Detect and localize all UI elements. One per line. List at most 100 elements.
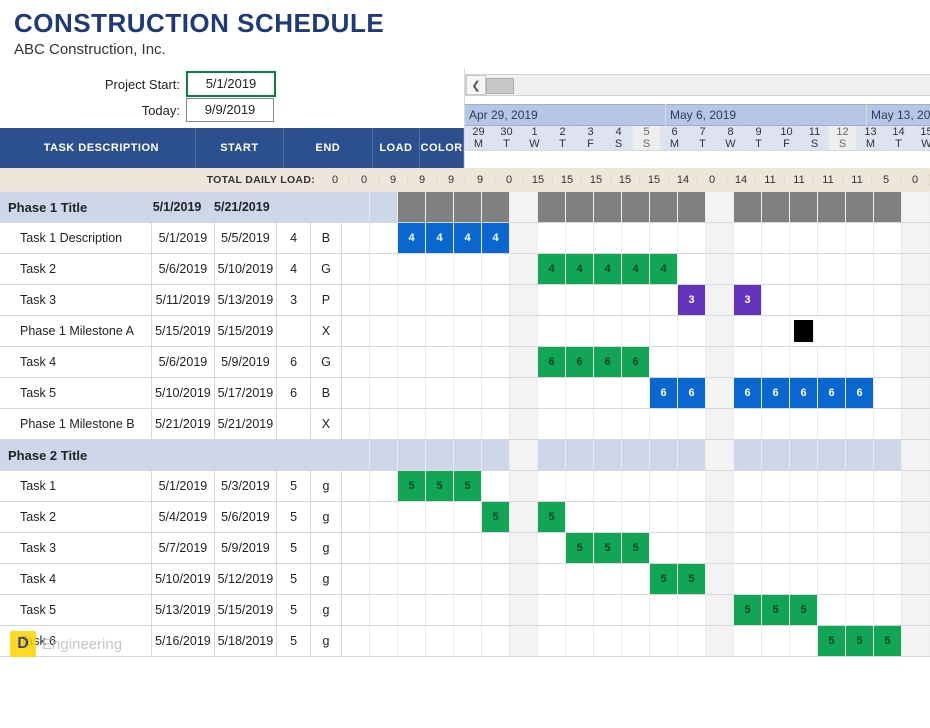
task-row[interactable]: Task 45/6/20195/9/20196G6666: [0, 347, 930, 378]
gantt-cell: 5: [538, 502, 566, 532]
col-color: COLOR: [420, 128, 464, 168]
today-label: Today:: [0, 103, 186, 118]
gantt-cell: [370, 595, 398, 625]
task-row[interactable]: Task 15/1/20195/3/20195g555: [0, 471, 930, 502]
gantt-cell: [454, 192, 482, 222]
gantt-cell: [594, 316, 622, 346]
gantt-cell: [566, 440, 594, 470]
gantt-cell: [594, 595, 622, 625]
gantt-cell: [818, 223, 846, 253]
gantt-cell: [510, 626, 538, 656]
gantt-cell: [734, 254, 762, 284]
gantt-cell: [874, 347, 902, 377]
task-row[interactable]: Task 35/11/20195/13/20193P33: [0, 285, 930, 316]
gantt-cell: [398, 595, 426, 625]
date-scrollbar[interactable]: ❮ ❯: [465, 74, 930, 96]
task-row[interactable]: Phase 1 Milestone A5/15/20195/15/2019X: [0, 316, 930, 347]
task-load: 6: [277, 378, 311, 408]
gantt-cell: [594, 564, 622, 594]
gantt-cell: 4: [426, 223, 454, 253]
daily-load-value: 9: [437, 174, 466, 186]
gantt-cell: [846, 223, 874, 253]
gantt-cell: [762, 471, 790, 501]
task-load: 3: [277, 285, 311, 315]
day-number: 3: [577, 126, 605, 138]
gantt-cell: [482, 471, 510, 501]
gantt-cell: [650, 192, 678, 222]
gantt-cell: [594, 409, 622, 439]
gantt-cell: [902, 347, 930, 377]
task-row[interactable]: Task 55/13/20195/15/20195g555: [0, 595, 930, 626]
gantt-cell: [846, 254, 874, 284]
task-color: G: [311, 347, 342, 377]
gantt-cell: [398, 254, 426, 284]
gantt-cell: [902, 254, 930, 284]
phase-row[interactable]: Phase 2 Title: [0, 440, 930, 471]
gantt-cell: [650, 223, 678, 253]
gantt-cells: 44444: [342, 254, 930, 284]
gantt-cell: [762, 254, 790, 284]
gantt-cell: [510, 440, 538, 470]
task-row[interactable]: Task 25/4/20195/6/20195g55: [0, 502, 930, 533]
scroll-left-button[interactable]: ❮: [466, 75, 486, 95]
gantt-cell: [566, 626, 594, 656]
task-color: P: [311, 285, 342, 315]
scroll-track[interactable]: [486, 78, 930, 92]
today-input[interactable]: 9/9/2019: [186, 98, 274, 122]
gantt-cells: [342, 192, 930, 222]
gantt-cells: [342, 409, 930, 439]
gantt-cell: [846, 440, 874, 470]
phase-row[interactable]: Phase 1 Title5/1/20195/21/2019: [0, 192, 930, 223]
day-of-week: S: [633, 138, 661, 150]
task-load: 6: [277, 347, 311, 377]
task-row[interactable]: Task 55/10/20195/17/20196B6666666: [0, 378, 930, 409]
day-number: 2: [549, 126, 577, 138]
task-row[interactable]: Task 65/16/20195/18/20195g555: [0, 626, 930, 657]
gantt-cell: [678, 409, 706, 439]
company-name: ABC Construction, Inc.: [14, 41, 930, 58]
gantt-cell: [846, 316, 874, 346]
project-start-input[interactable]: 5/1/2019: [186, 71, 276, 97]
gantt-cell: [706, 626, 734, 656]
day-number: 13: [857, 126, 885, 138]
gantt-cell: [846, 502, 874, 532]
gantt-cell: 4: [566, 254, 594, 284]
task-end: 5/10/2019: [215, 254, 277, 284]
gantt-cell: [706, 471, 734, 501]
gantt-cell: [510, 471, 538, 501]
task-row[interactable]: Task 35/7/20195/9/20195g555: [0, 533, 930, 564]
daily-load-value: 0: [698, 174, 727, 186]
gantt-cell: 6: [846, 378, 874, 408]
gantt-cell: [426, 378, 454, 408]
task-start: 5/4/2019: [152, 502, 214, 532]
task-end: 5/6/2019: [215, 502, 277, 532]
task-row[interactable]: Phase 1 Milestone B5/21/20195/21/2019X: [0, 409, 930, 440]
gantt-cell: [482, 440, 510, 470]
gantt-cell: [762, 564, 790, 594]
task-color: g: [311, 471, 342, 501]
daily-load-value: 11: [785, 174, 814, 186]
gantt-cell: [426, 316, 454, 346]
gantt-cell: [538, 595, 566, 625]
task-row[interactable]: Task 1 Description5/1/20195/5/20194B4444: [0, 223, 930, 254]
task-row[interactable]: Task 45/10/20195/12/20195g55: [0, 564, 930, 595]
gantt-cell: [818, 533, 846, 563]
scroll-thumb[interactable]: [486, 78, 514, 94]
gantt-cell: [734, 316, 762, 346]
gantt-cell: [790, 533, 818, 563]
gantt-cell: [622, 223, 650, 253]
gantt-cell: [370, 192, 398, 222]
total-daily-load-row: TOTAL DAILY LOAD: 0099990151515151514014…: [0, 168, 930, 192]
gantt-cell: 5: [454, 471, 482, 501]
gantt-cell: [398, 378, 426, 408]
gantt-cell: [594, 440, 622, 470]
gantt-cell: [650, 626, 678, 656]
gantt-cells: 555: [342, 626, 930, 656]
col-load: LOAD: [373, 128, 421, 168]
gantt-cell: [818, 316, 846, 346]
task-row[interactable]: Task 25/6/20195/10/20194G44444: [0, 254, 930, 285]
gantt-cell: [370, 471, 398, 501]
gantt-cell: [734, 564, 762, 594]
gantt-cell: [426, 347, 454, 377]
gantt-cell: [790, 192, 818, 222]
